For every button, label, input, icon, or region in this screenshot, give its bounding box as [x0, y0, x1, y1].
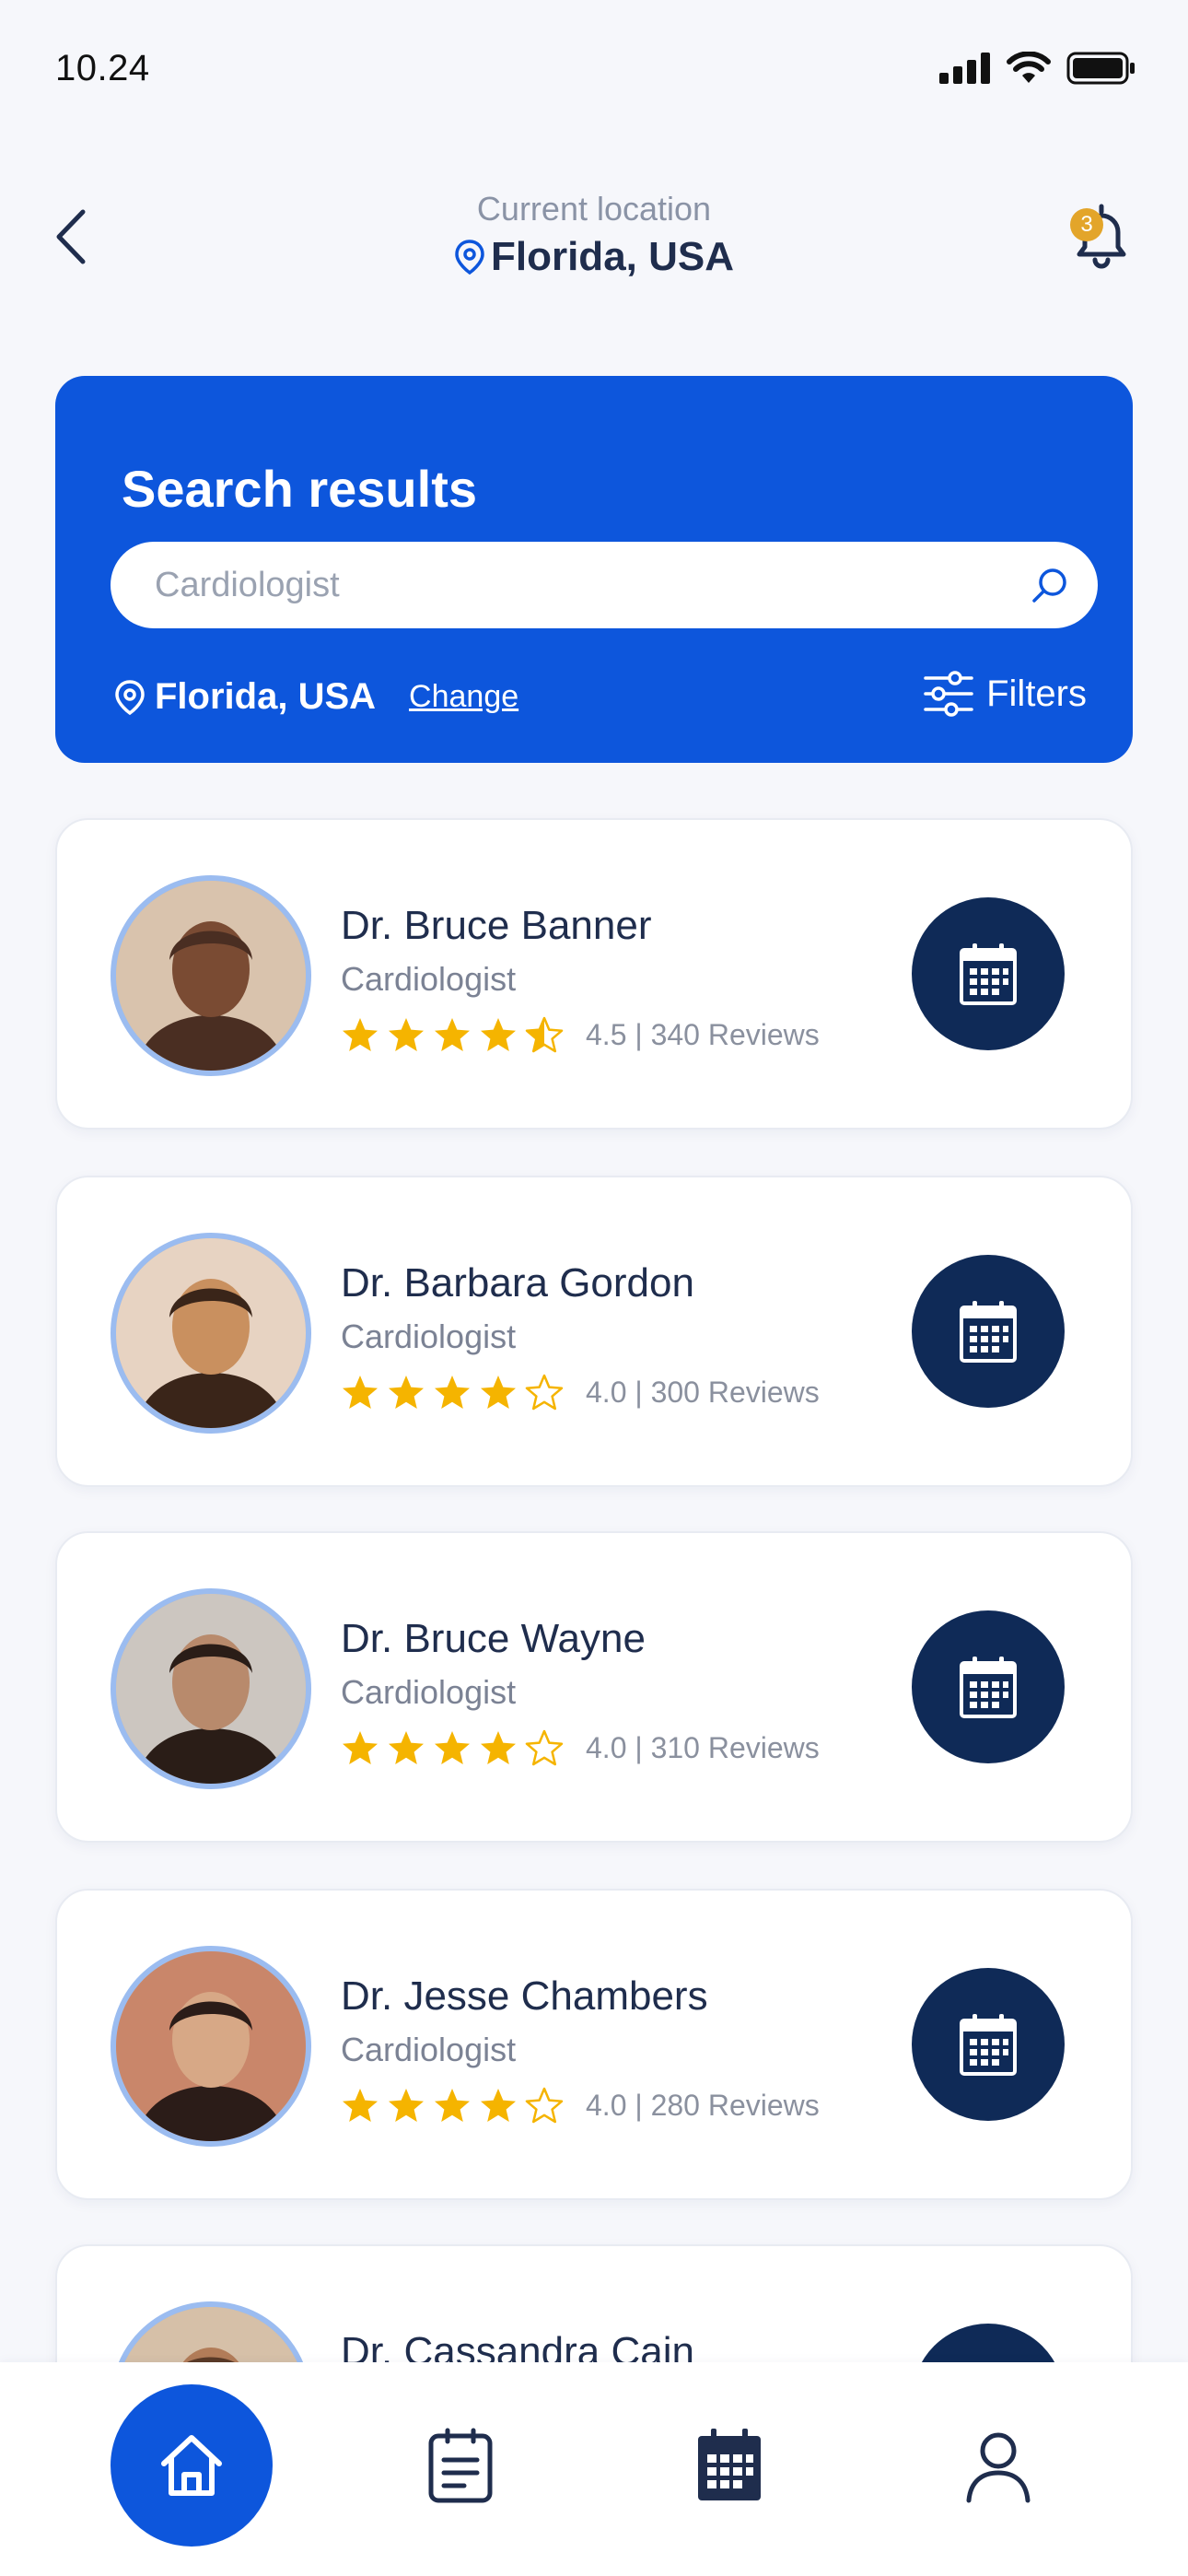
doctor-card[interactable]: Dr. Jesse Chambers Cardiologist 4.0 | 280 … — [55, 1889, 1133, 2200]
star-icon — [481, 1376, 516, 1409]
search-card: Search results Florida, USA Change Filte… — [55, 376, 1133, 763]
star-icon — [389, 1731, 424, 1764]
search-box — [111, 542, 1098, 628]
star-icon — [435, 1731, 470, 1764]
doctor-name: Dr. Bruce Banner — [341, 903, 652, 948]
signal-icon — [939, 53, 990, 84]
star-icon — [481, 1731, 516, 1764]
filters-button[interactable]: Filters — [924, 671, 1087, 717]
star-icon — [435, 1376, 470, 1409]
battery-icon — [1066, 52, 1135, 85]
doctor-avatar — [111, 875, 311, 1076]
doctor-name: Dr. Jesse Chambers — [341, 1973, 708, 2019]
search-icon[interactable] — [1028, 564, 1072, 608]
search-input[interactable] — [155, 542, 984, 628]
rating-text: 4.0 | 310 Reviews — [586, 1730, 820, 1764]
search-location-text: Florida, USA — [155, 676, 377, 717]
star-icon — [481, 1018, 516, 1051]
book-appointment-button[interactable] — [912, 897, 1065, 1050]
doctor-name: Dr. Barbara Gordon — [341, 1260, 694, 1306]
nav-calendar[interactable] — [648, 2384, 810, 2547]
star-icon — [343, 1018, 378, 1051]
star-icon — [525, 1729, 564, 1766]
notification-badge: 3 — [1070, 208, 1103, 241]
star-icon — [343, 2089, 378, 2122]
star-icon — [389, 1018, 424, 1051]
current-location-value: Florida, USA — [490, 234, 735, 279]
status-bar: 10.24 — [0, 0, 1188, 147]
nav-appointments[interactable] — [379, 2384, 542, 2547]
rating-text: 4.5 | 340 Reviews — [586, 1017, 820, 1051]
doctor-rating: 4.5 | 340 Reviews — [341, 1015, 820, 1054]
doctor-card[interactable]: Dr. Bruce Banner Cardiologist 4.5 | 340 Re… — [55, 818, 1133, 1130]
star-icon — [525, 1374, 564, 1411]
star-icon — [435, 2089, 470, 2122]
notifications-button[interactable]: 3 — [1065, 199, 1138, 273]
status-icons — [939, 52, 1136, 85]
doctor-specialty: Cardiologist — [341, 960, 517, 998]
nav-home[interactable] — [111, 2384, 273, 2547]
calendar-icon — [960, 1301, 1017, 1363]
star-icon — [435, 1018, 470, 1051]
clipboard-icon — [428, 2428, 493, 2503]
doctor-rating: 4.0 | 300 Reviews — [341, 1373, 820, 1411]
doctor-avatar — [111, 1588, 311, 1789]
doctor-name: Dr. Bruce Wayne — [341, 1616, 646, 1661]
wifi-icon — [1007, 52, 1051, 83]
current-location-label: Current location — [476, 190, 712, 228]
calendar-icon — [698, 2429, 761, 2500]
filters-label: Filters — [986, 673, 1087, 714]
star-icon — [525, 2087, 564, 2124]
home-icon — [161, 2435, 222, 2496]
calendar-icon — [960, 2014, 1017, 2076]
search-location: Florida, USA Change — [114, 676, 518, 718]
star-icon — [343, 1376, 378, 1409]
star-icon — [389, 1376, 424, 1409]
location-pin-icon — [115, 679, 145, 715]
rating-text: 4.0 | 300 Reviews — [586, 1375, 820, 1409]
book-appointment-button[interactable] — [912, 1610, 1065, 1763]
doctor-card[interactable]: Dr. Barbara Gordon Cardiologist 4.0 | 300 … — [55, 1176, 1133, 1487]
nav-profile[interactable] — [917, 2384, 1079, 2547]
location-pin-icon — [455, 240, 484, 275]
filter-sliders-icon — [924, 671, 973, 717]
star-icon — [481, 2089, 516, 2122]
calendar-icon — [960, 1657, 1017, 1718]
star-icon — [525, 1016, 564, 1053]
doctor-rating: 4.0 | 310 Reviews — [341, 1728, 820, 1767]
doctor-specialty: Cardiologist — [341, 1317, 517, 1355]
doctor-avatar — [111, 1946, 311, 2147]
change-location-link[interactable]: Change — [409, 679, 518, 715]
book-appointment-button[interactable] — [912, 1255, 1065, 1408]
bottom-nav — [0, 2362, 1188, 2576]
current-location: Current location Florida, USA — [0, 190, 1188, 280]
doctor-specialty: Cardiologist — [341, 1673, 517, 1711]
doctor-avatar — [111, 1233, 311, 1434]
current-location-value-row: Florida, USA — [454, 234, 734, 280]
status-time: 10.24 — [55, 48, 150, 88]
book-appointment-button[interactable] — [912, 1968, 1065, 2121]
star-icon — [389, 2089, 424, 2122]
doctor-rating: 4.0 | 280 Reviews — [341, 2086, 820, 2125]
profile-icon — [966, 2432, 1031, 2503]
doctor-specialty: Cardiologist — [341, 2031, 517, 2068]
rating-text: 4.0 | 280 Reviews — [586, 2088, 820, 2122]
doctor-card[interactable]: Dr. Bruce Wayne Cardiologist 4.0 | 310 Rev… — [55, 1531, 1133, 1843]
calendar-icon — [960, 943, 1017, 1005]
search-title: Search results — [122, 460, 477, 518]
star-icon — [343, 1731, 378, 1764]
